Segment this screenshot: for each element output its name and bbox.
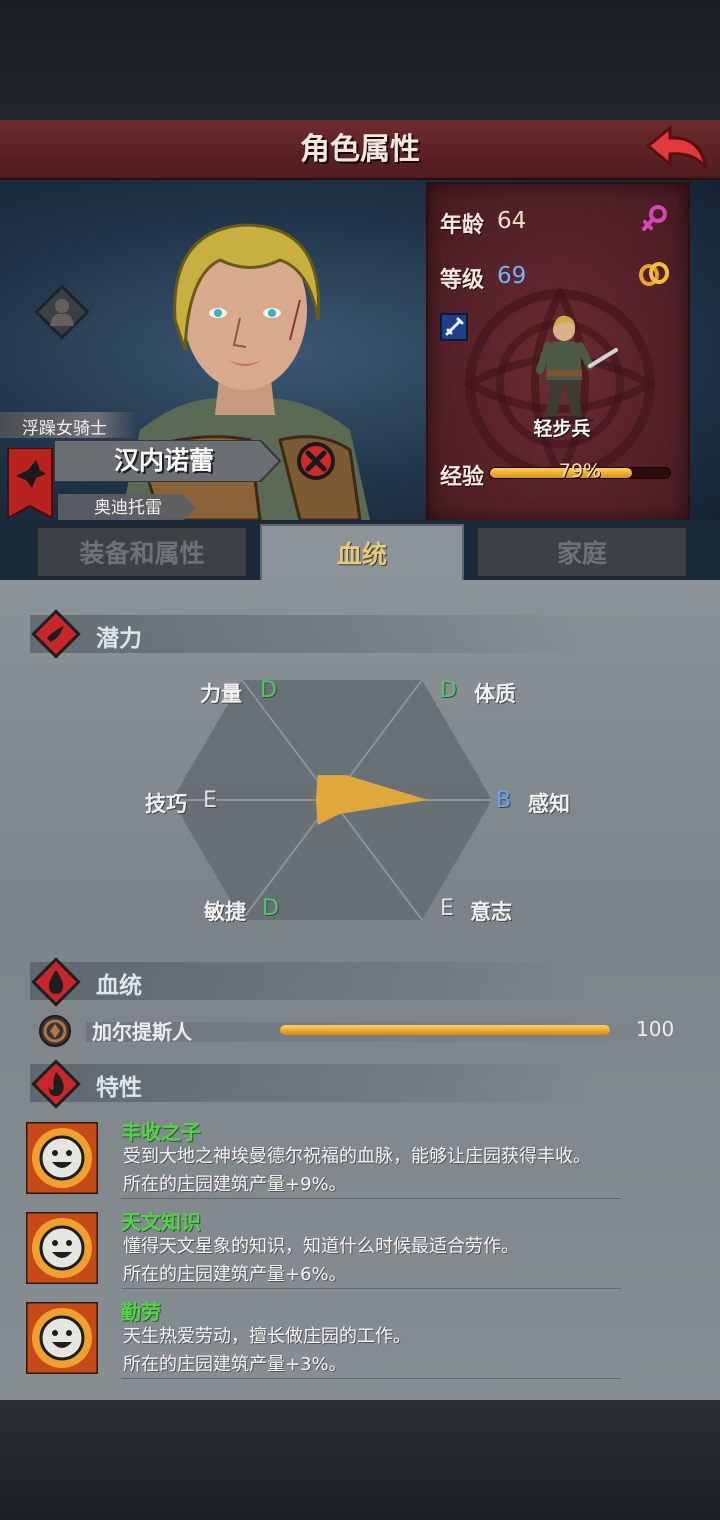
level-label: 等级	[440, 268, 485, 293]
unit-type: 轻步兵	[533, 418, 591, 440]
level-value: 69	[497, 263, 527, 289]
back-arrow-icon[interactable]	[644, 124, 710, 174]
ring-icon	[639, 262, 669, 286]
potential-icon	[31, 609, 81, 659]
age-value: 64	[497, 208, 527, 234]
tab-equipment[interactable]: 装备和属性	[36, 526, 248, 578]
trait-description: 天生热爱劳动，擅长做庄园的工作。	[123, 1326, 411, 1347]
bloodline-row: 加尔提斯人 100	[36, 1012, 686, 1050]
character-name: 汉内诺蕾	[113, 446, 214, 475]
character-title-strip: 浮躁女骑士	[0, 412, 138, 439]
bottom-area	[0, 1400, 720, 1520]
garthis-emblem-icon	[39, 1015, 71, 1047]
bloodline-name: 加尔提斯人	[92, 1020, 192, 1044]
title-bar: 角色属性	[0, 120, 720, 180]
bloodline-bar-fill	[280, 1025, 610, 1035]
exp-percent: 79%	[558, 460, 602, 482]
flame-icon	[31, 1059, 81, 1109]
trait-name: 勤劳	[121, 1300, 161, 1324]
smiling-sun-icon	[26, 1212, 98, 1284]
radar-grade-skill: E	[203, 788, 217, 813]
trait-description: 懂得天文星象的知识，知道什么时候最适合劳作。	[123, 1236, 519, 1257]
traits-header: 特性	[30, 1064, 590, 1102]
close-icon[interactable]	[296, 441, 336, 481]
house-name: 奥迪托雷	[94, 498, 162, 518]
knight-class-icon[interactable]	[32, 282, 92, 342]
name-banner: 汉内诺蕾	[54, 440, 282, 482]
bloodline-heading: 血统	[96, 973, 142, 999]
trait-effect: 所在的庄园建筑产量+9%。	[123, 1174, 347, 1195]
bloodline-bar	[280, 1025, 610, 1035]
smiling-sun-icon	[26, 1302, 98, 1374]
radar-label-agility: 敏捷	[204, 900, 246, 924]
tab-family[interactable]: 家庭	[476, 526, 688, 578]
blood-drop-icon	[31, 957, 81, 1007]
raven-banner-icon	[7, 448, 53, 518]
radar-label-perception: 感知	[528, 792, 570, 816]
potential-header: 潜力	[30, 615, 590, 653]
bloodline-value: 100	[636, 1017, 675, 1041]
trait-name: 丰收之子	[121, 1120, 201, 1144]
character-title: 浮躁女骑士	[22, 419, 107, 439]
radar-label-will: 意志	[470, 900, 512, 924]
radar-label-constitution: 体质	[474, 682, 516, 706]
trait-item[interactable]: 丰收之子 受到大地之神埃曼德尔祝福的血脉，能够让庄园获得丰收。 所在的庄园建筑产…	[26, 1120, 646, 1202]
traits-heading: 特性	[96, 1075, 142, 1101]
bloodline-header: 血统	[30, 962, 590, 1000]
house-name-strip: 奥迪托雷	[58, 494, 198, 522]
radar-grade-strength: D	[260, 678, 277, 703]
exp-label: 经验	[440, 465, 485, 490]
female-icon	[642, 205, 667, 231]
page-title: 角色属性	[300, 132, 420, 167]
smiling-sun-icon	[26, 1122, 98, 1194]
trait-divider	[121, 1378, 621, 1379]
trait-item[interactable]: 勤劳 天生热爱劳动，擅长做庄园的工作。 所在的庄园建筑产量+3%。	[26, 1300, 646, 1382]
tab-bloodline[interactable]: 血统	[260, 524, 464, 582]
status-area	[0, 0, 720, 120]
trait-effect: 所在的庄园建筑产量+6%。	[123, 1264, 347, 1285]
trait-effect: 所在的庄园建筑产量+3%。	[123, 1354, 347, 1375]
radar-grade-agility: D	[262, 896, 279, 921]
sword-icon[interactable]	[440, 313, 468, 341]
trait-item[interactable]: 天文知识 懂得天文星象的知识，知道什么时候最适合劳作。 所在的庄园建筑产量+6%…	[26, 1210, 646, 1292]
radar-grade-will: E	[440, 896, 454, 921]
trait-name: 天文知识	[121, 1210, 201, 1234]
radar-grade-constitution: D	[440, 678, 457, 703]
trait-description: 受到大地之神埃曼德尔祝福的血脉，能够让庄园获得丰收。	[123, 1146, 591, 1167]
light-infantry-figure	[534, 315, 618, 424]
trait-divider	[121, 1288, 621, 1289]
radar-label-strength: 力量	[200, 682, 242, 706]
trait-divider	[121, 1198, 621, 1199]
age-label: 年龄	[440, 213, 485, 238]
radar-label-skill: 技巧	[145, 792, 187, 816]
radar-grade-perception: B	[496, 788, 512, 813]
potential-heading: 潜力	[96, 626, 142, 652]
